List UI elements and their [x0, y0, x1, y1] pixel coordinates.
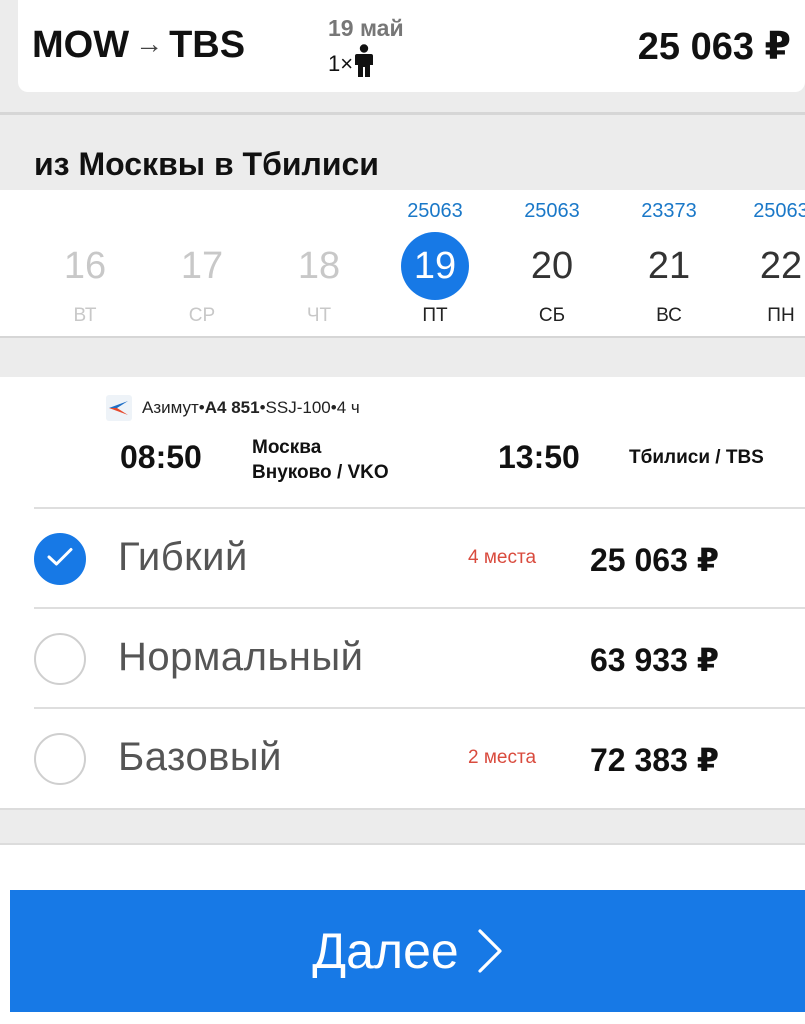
date-circle: 17 [168, 232, 236, 300]
date-picker-strip[interactable]: 16 ВТ 17 СР 18 ЧТ 25063 19 ПТ 25063 20 С… [0, 190, 805, 338]
airline-name: Азимут [142, 398, 199, 417]
fare-radio[interactable] [34, 733, 86, 785]
aircraft-type: SSJ-100 [265, 398, 331, 417]
fare-seats-left: 4 места [468, 547, 537, 568]
date-weekday: СР [188, 305, 216, 326]
date-price [261, 200, 377, 224]
arrival-airport: Тбилиси / TBS [629, 447, 764, 468]
date-item-19[interactable]: 25063 19 ПТ [377, 190, 493, 336]
next-button-label: Далее [312, 923, 459, 979]
fare-price: 63 933 ₽ [590, 642, 720, 678]
route: MOW → TBS [32, 24, 245, 67]
fare-option-normal[interactable]: Нормальный 63 933 ₽ [34, 607, 805, 707]
date-day: 20 [530, 244, 574, 287]
route-arrow: → [135, 28, 164, 59]
flight-duration: 4 ч [336, 398, 360, 417]
passenger-count: 1× [328, 51, 354, 76]
date-day: 22 [759, 244, 803, 287]
check-icon [47, 547, 73, 572]
trip-date: 19 май [328, 15, 404, 41]
date-circle: 18 [285, 232, 353, 300]
person-icon [353, 44, 374, 84]
date-price [144, 200, 260, 224]
search-summary-card[interactable]: MOW → TBS 19 май 1× 25 063 ₽ [18, 0, 805, 92]
date-day: 16 [63, 244, 107, 287]
arrival-time: 13:50 [498, 439, 580, 475]
date-circle: 22 [747, 232, 805, 300]
fare-name: Гибкий [118, 535, 248, 579]
date-item-17[interactable]: 17 СР [144, 190, 260, 336]
date-item-18[interactable]: 18 ЧТ [261, 190, 377, 336]
date-item-22[interactable]: 25063 22 ПН [723, 190, 805, 336]
date-day: 17 [180, 244, 224, 287]
date-price: 23373 [641, 200, 697, 222]
date-weekday: СБ [538, 305, 566, 326]
azimut-logo [106, 395, 132, 421]
date-weekday: ПН [767, 305, 795, 326]
flight-info: Азимут • A4 851 • SSJ-100 • 4 ч 08:50 Мо… [0, 377, 805, 507]
page-title: из Москвы в Тбилиси [34, 146, 379, 182]
fare-price: 25 063 ₽ [590, 542, 720, 578]
fare-option-flexible[interactable]: Гибкий 4 места 25 063 ₽ [34, 507, 805, 607]
date-price: 25063 [524, 200, 580, 222]
departure-city: Москва [252, 437, 322, 458]
date-weekday: ЧТ [306, 305, 332, 326]
fare-radio[interactable] [34, 633, 86, 685]
next-button[interactable]: Далее [10, 890, 805, 1012]
fare-seats-left: 2 места [468, 747, 537, 768]
date-day: 21 [647, 244, 691, 287]
date-day: 18 [297, 244, 341, 287]
date-circle: 20 [518, 232, 586, 300]
date-day: 19 [413, 244, 457, 287]
date-circle: 16 [51, 232, 119, 300]
date-circle: 19 [401, 232, 469, 300]
fare-name: Базовый [118, 735, 283, 779]
date-weekday: ВС [656, 305, 682, 326]
date-circle: 21 [635, 232, 703, 300]
destination-code: TBS [169, 24, 246, 66]
header-price: 25 063 ₽ [637, 26, 791, 68]
flight-number: A4 851 [204, 398, 260, 417]
header-area: MOW → TBS 19 май 1× 25 063 ₽ [0, 0, 805, 115]
date-item-inner: 25063 22 ПН [723, 190, 805, 336]
date-price: 25063 [407, 200, 463, 222]
date-price [27, 200, 143, 224]
separator-band [0, 808, 805, 845]
fare-price: 72 383 ₽ [590, 742, 720, 778]
origin-code: MOW [32, 24, 130, 66]
fare-name: Нормальный [118, 635, 364, 679]
date-item-21[interactable]: 23373 21 ВС [611, 190, 727, 336]
fare-option-basic[interactable]: Базовый 2 места 72 383 ₽ [34, 707, 805, 807]
airline-row: Азимут • A4 851 • SSJ-100 • 4 ч [106, 395, 360, 421]
passengers: 1× [328, 44, 374, 84]
departure-time: 08:50 [120, 439, 202, 475]
date-weekday: ПТ [422, 305, 448, 326]
chevron-right-icon [477, 928, 503, 974]
departure-airport: Внуково / VKO [252, 462, 389, 483]
departure-location: Москва Внуково / VKO [252, 435, 389, 485]
date-item-16[interactable]: 16 ВТ [27, 190, 143, 336]
date-weekday: ВТ [73, 305, 97, 326]
separator-band [0, 338, 805, 377]
date-price: 25063 [753, 200, 805, 222]
date-item-20[interactable]: 25063 20 СБ [494, 190, 610, 336]
fare-options: Гибкий 4 места 25 063 ₽ Нормальный 63 93… [0, 507, 805, 808]
fare-radio[interactable] [34, 533, 86, 585]
